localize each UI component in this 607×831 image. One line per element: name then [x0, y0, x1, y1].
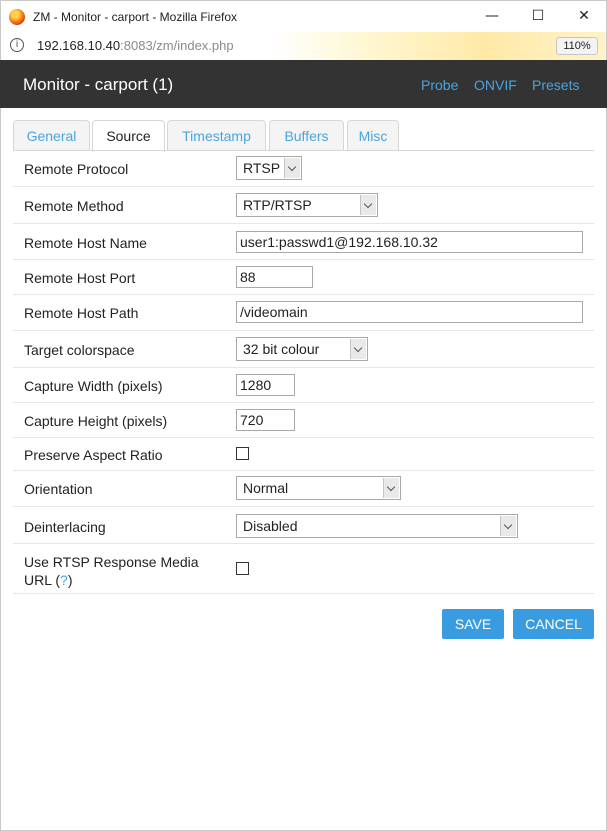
save-button[interactable]: SAVE [442, 609, 504, 639]
remote-method-select[interactable]: RTP/RTSP [236, 193, 378, 217]
url-path: :8083/zm/index.php [120, 38, 234, 53]
orientation-value: Normal [243, 480, 289, 496]
remote-host-name-label: Remote Host Name [24, 235, 147, 251]
cancel-button[interactable]: CANCEL [513, 609, 594, 639]
deinterlacing-select[interactable]: Disabled [236, 514, 518, 538]
chevron-down-icon [500, 516, 516, 536]
tab-source[interactable]: Source [92, 120, 165, 152]
remote-host-port-label: Remote Host Port [24, 270, 136, 286]
firefox-icon [9, 9, 25, 25]
window-border-left [0, 60, 1, 831]
deinterlacing-label: Deinterlacing [24, 519, 106, 535]
url-bar[interactable]: i 192.168.10.40:8083/zm/index.php 110% [0, 32, 607, 60]
orientation-label: Orientation [24, 481, 93, 497]
row-capture-width: Capture Width (pixels) [13, 368, 594, 403]
preserve-aspect-ratio-label: Preserve Aspect Ratio [24, 447, 163, 463]
info-icon[interactable]: i [10, 38, 24, 52]
url-host: 192.168.10.40 [37, 38, 121, 53]
close-window-button[interactable]: ✕ [561, 1, 607, 32]
chevron-down-icon [360, 195, 376, 215]
tab-buffers[interactable]: Buffers [269, 120, 344, 151]
deinterlacing-value: Disabled [243, 518, 298, 534]
remote-protocol-value: RTSP [243, 160, 281, 176]
capture-height-input[interactable]: 720 [236, 409, 295, 431]
capture-width-label: Capture Width (pixels) [24, 378, 163, 394]
capture-height-label: Capture Height (pixels) [24, 413, 168, 429]
presets-link[interactable]: Presets [532, 77, 579, 93]
remote-method-label: Remote Method [24, 198, 124, 214]
remote-method-value: RTP/RTSP [243, 197, 312, 213]
rtsp-response-media-url-checkbox[interactable] [236, 562, 249, 575]
row-preserve-aspect-ratio: Preserve Aspect Ratio [13, 438, 594, 471]
remote-host-path-input[interactable]: /videomain [236, 301, 583, 323]
onvif-link[interactable]: ONVIF [474, 77, 517, 93]
tab-timestamp[interactable]: Timestamp [167, 120, 266, 151]
page-title: Monitor - carport (1) [23, 75, 174, 94]
preserve-aspect-ratio-checkbox[interactable] [236, 447, 249, 460]
row-rtsp-response-media-url: Use RTSP Response Media URL (?) [13, 544, 594, 594]
minimize-button[interactable]: — [469, 1, 515, 32]
probe-link[interactable]: Probe [421, 77, 458, 93]
rtsp-label-line1: Use RTSP Response Media [24, 554, 199, 570]
rtsp-response-media-url-label: Use RTSP Response Media URL (?) [24, 553, 199, 589]
capture-width-input[interactable]: 1280 [236, 374, 295, 396]
target-colorspace-label: Target colorspace [24, 342, 135, 358]
remote-protocol-label: Remote Protocol [24, 161, 129, 177]
rtsp-label-close: ) [67, 572, 73, 588]
target-colorspace-value: 32 bit colour [243, 341, 320, 357]
row-remote-protocol: Remote Protocol [13, 151, 594, 187]
zoom-level-button[interactable]: 110% [556, 37, 598, 55]
tab-misc[interactable]: Misc [347, 120, 399, 151]
chevron-down-icon [350, 339, 366, 359]
chevron-down-icon [383, 478, 399, 498]
orientation-select[interactable]: Normal [236, 476, 401, 500]
window-titlebar: ZM - Monitor - carport - Mozilla Firefox… [0, 0, 607, 32]
chevron-down-icon [284, 158, 300, 178]
window-title: ZM - Monitor - carport - Mozilla Firefox [33, 10, 238, 24]
rtsp-label-line2: URL ( [24, 572, 61, 588]
maximize-button[interactable]: ☐ [515, 1, 561, 32]
remote-protocol-select[interactable]: RTSP [236, 156, 302, 180]
row-capture-height: Capture Height (pixels) [13, 403, 594, 438]
page-header: Monitor - carport (1) Probe ONVIF Preset… [0, 60, 607, 108]
remote-host-port-input[interactable]: 88 [236, 266, 313, 288]
remote-host-name-input[interactable]: user1:passwd1@192.168.10.32 [236, 231, 583, 253]
tab-general[interactable]: General [13, 120, 90, 151]
target-colorspace-select[interactable]: 32 bit colour [236, 337, 368, 361]
help-link[interactable]: ? [60, 572, 68, 588]
url-text[interactable]: 192.168.10.40:8083/zm/index.php [37, 38, 234, 53]
remote-host-path-label: Remote Host Path [24, 305, 139, 321]
